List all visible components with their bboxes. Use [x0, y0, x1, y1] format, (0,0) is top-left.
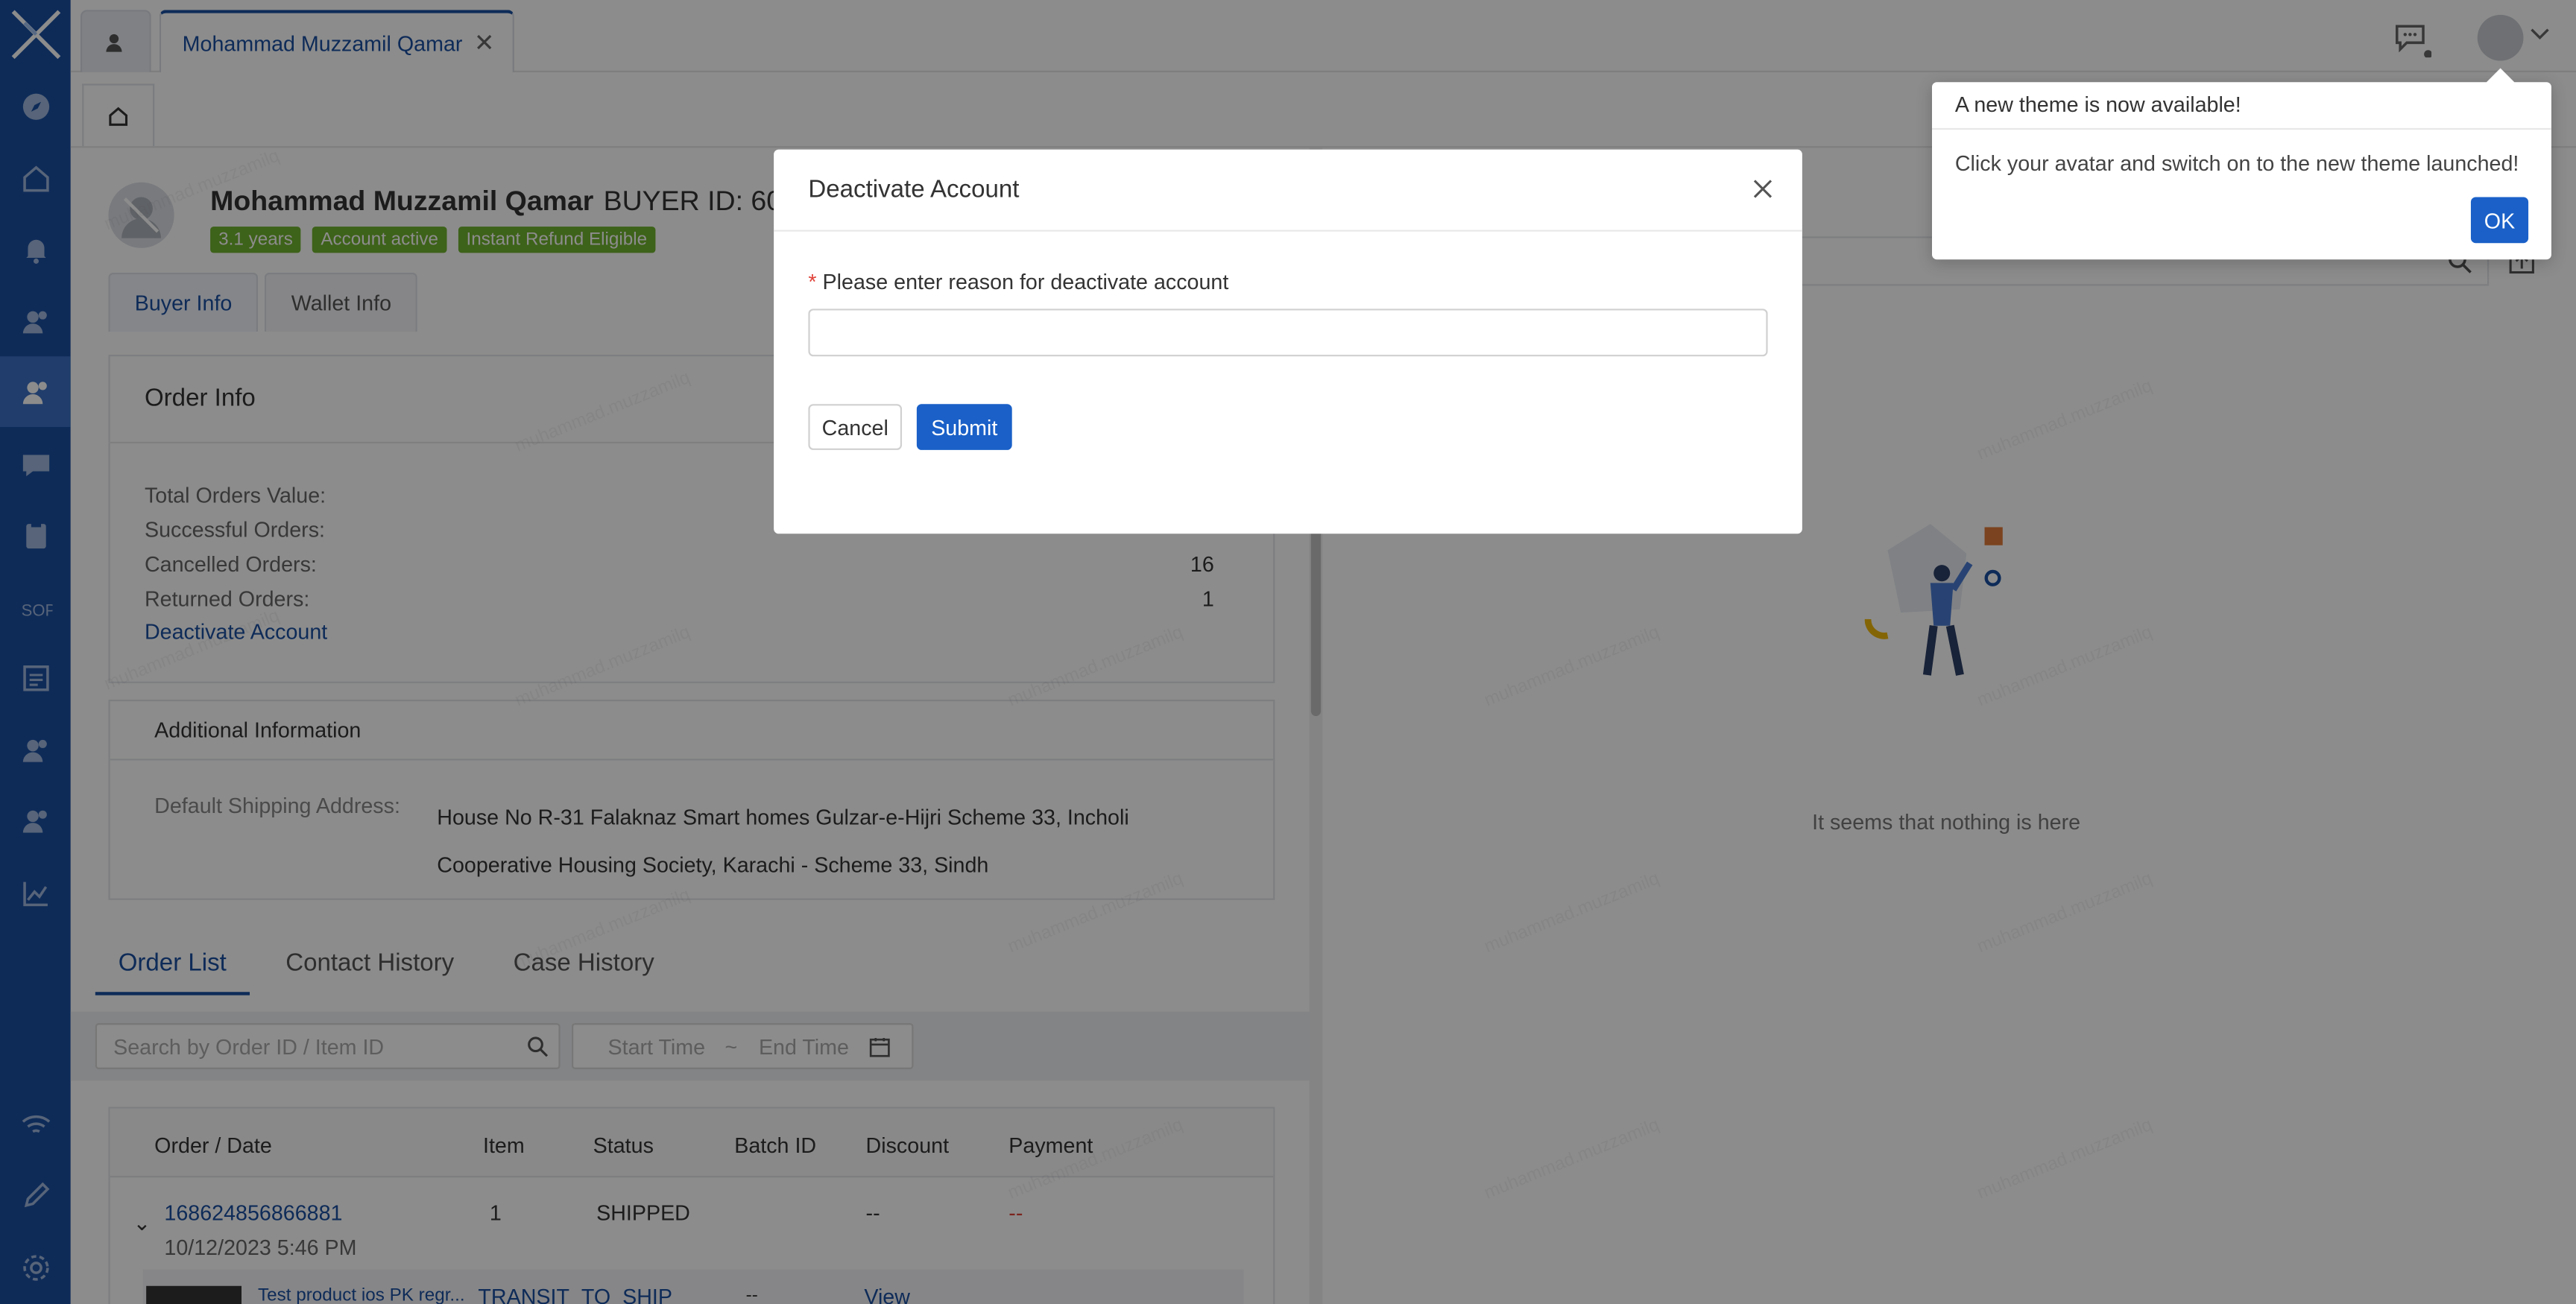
divider: [774, 230, 1802, 232]
theme-popover: A new theme is now available! Click your…: [1932, 68, 2551, 260]
deactivate-account-modal: Deactivate Account * Please enter reason…: [774, 149, 1802, 534]
cancel-button[interactable]: Cancel: [808, 404, 903, 450]
submit-button[interactable]: Submit: [916, 404, 1012, 450]
ok-button[interactable]: OK: [2470, 197, 2529, 244]
close-icon[interactable]: [1752, 177, 1775, 200]
reason-input[interactable]: [808, 308, 1768, 357]
reason-label: * Please enter reason for deactivate acc…: [808, 269, 1228, 294]
required-mark: *: [808, 269, 817, 294]
popover-body: Click your avatar and switch on to the n…: [1954, 151, 2519, 176]
popover-title: A new theme is now available!: [1954, 92, 2241, 117]
divider: [1932, 127, 2551, 130]
modal-title: Deactivate Account: [808, 175, 1020, 204]
reason-label-text: Please enter reason for deactivate accou…: [822, 269, 1229, 294]
